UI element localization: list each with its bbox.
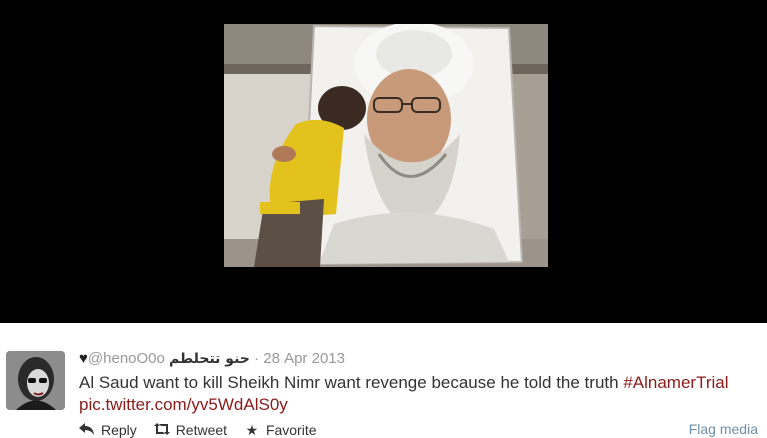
retweet-button[interactable]: Retweet (153, 422, 227, 438)
photo-illustration (224, 24, 548, 267)
star-icon: ★ (245, 422, 259, 438)
tweet-date[interactable]: 28 Apr 2013 (263, 350, 345, 367)
header-separator: · (254, 350, 260, 367)
media-viewer (0, 0, 767, 323)
retweet-label: Retweet (175, 422, 228, 438)
tweet-card: ♥@henoO0o حنو تتحلطم · 28 Apr 2013 Al Sa… (0, 323, 767, 438)
retweet-icon (153, 422, 171, 438)
flag-media-link[interactable]: Flag media (689, 421, 758, 437)
reply-button[interactable]: Reply (78, 422, 137, 438)
tweet-text-body: Al Saud want to kill Sheikh Nimr want re… (79, 373, 624, 392)
tweet-actions: Reply Retweet ★ Favorite (78, 422, 329, 438)
display-name[interactable]: حنو تتحلطم (169, 351, 250, 367)
heart-icon: ♥ (79, 350, 88, 367)
avatar[interactable] (6, 351, 65, 410)
favorite-button[interactable]: ★ Favorite (243, 422, 317, 438)
reply-icon (78, 422, 96, 438)
pic-link[interactable]: pic.twitter.com/yv5WdAlS0y (79, 395, 288, 414)
tweet-header: ♥@henoO0o حنو تتحلطم · 28 Apr 2013 (79, 350, 345, 368)
favorite-label: Favorite (265, 422, 317, 438)
tweet-text: Al Saud want to kill Sheikh Nimr want re… (79, 372, 767, 416)
reply-label: Reply (101, 422, 137, 438)
tweet-photo[interactable] (224, 24, 548, 267)
user-handle[interactable]: @henoO0o (88, 350, 165, 367)
hashtag-link[interactable]: #AlnamerTrial (623, 373, 728, 392)
avatar-image (6, 351, 65, 410)
